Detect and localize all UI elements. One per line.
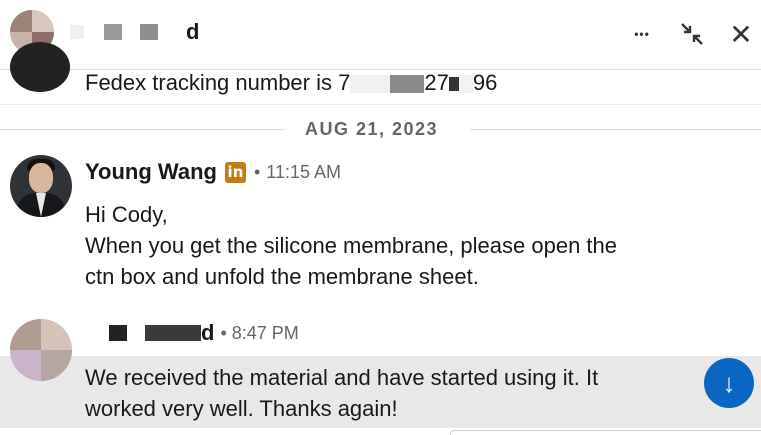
message-line: worked very well. Thanks again! [85, 396, 398, 421]
redacted-text [145, 325, 201, 341]
message-body: Hi Cody, When you get the silicone membr… [85, 199, 617, 292]
message-item: Young Wang in • 11:15 AM Hi Cody, When y… [0, 155, 761, 305]
separator-dot: • [253, 161, 261, 182]
redacted-text [70, 25, 84, 39]
message-timestamp: 8:47 PM [231, 322, 299, 343]
redacted-text [140, 24, 158, 40]
message-line: We received the material and have starte… [85, 365, 599, 390]
close-button[interactable]: ✕ [725, 18, 757, 50]
redacted-text [458, 75, 473, 94]
date-separator: AUG 21, 2023 [0, 117, 761, 143]
close-icon: ✕ [729, 18, 753, 50]
previous-sender-avatar[interactable] [10, 42, 70, 92]
redacted-text [390, 75, 425, 94]
divider [0, 104, 761, 105]
redacted-text [104, 24, 122, 40]
message-timestamp: 11:15 AM [266, 161, 341, 182]
previous-message-text: Fedex tracking number is 7 27 96 [85, 70, 498, 95]
contact-name-text: d [186, 19, 200, 44]
message-header: d • 8:47 PM [85, 320, 299, 346]
redacted-text [350, 75, 391, 94]
contact-name[interactable]: d [70, 19, 200, 44]
message-body: We received the material and have starte… [85, 362, 598, 424]
redacted-text [109, 325, 127, 341]
message-line: When you get the silicone membrane, plea… [85, 233, 617, 258]
sender-name[interactable]: Young Wang [85, 159, 217, 185]
sender-avatar[interactable] [10, 319, 72, 381]
separator-dot: • [220, 322, 227, 343]
divider [0, 129, 285, 130]
collapse-icon [681, 23, 703, 45]
compose-area-edge [450, 430, 761, 435]
scroll-to-bottom-button[interactable]: ↓ [704, 358, 754, 408]
more-options-button[interactable]: ••• [626, 18, 658, 50]
conversation-header: d ••• ✕ [0, 0, 761, 70]
message-line: ctn box and unfold the membrane sheet. [85, 264, 479, 289]
sender-name[interactable]: d [201, 320, 214, 346]
date-label: AUG 21, 2023 [305, 119, 439, 139]
collapse-button[interactable] [676, 18, 708, 50]
linkedin-premium-badge-icon: in [224, 161, 246, 183]
divider [470, 129, 761, 130]
arrow-down-icon: ↓ [722, 367, 736, 398]
redacted-text [448, 77, 459, 92]
message-header: Young Wang in • 11:15 AM [85, 157, 341, 187]
more-icon: ••• [634, 27, 650, 41]
previous-message: Fedex tracking number is 7 27 96 [0, 42, 761, 102]
sender-avatar[interactable] [10, 155, 72, 217]
message-line: Hi Cody, [85, 202, 168, 227]
